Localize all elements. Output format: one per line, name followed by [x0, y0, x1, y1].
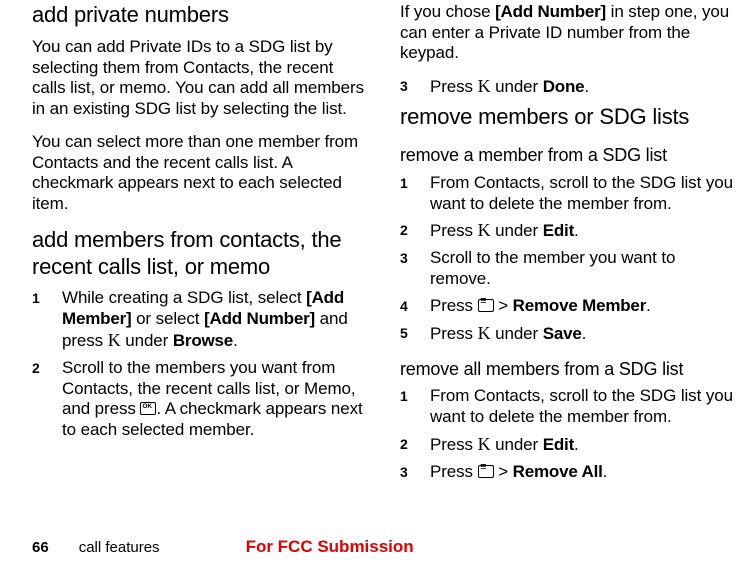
heading-add-members: add members from contacts, the recent ca…	[32, 227, 366, 281]
ok-key-icon	[140, 402, 156, 415]
step-text: Press K under Done.	[430, 76, 734, 98]
steps-done: 3 Press K under Done.	[400, 76, 734, 98]
step-text: Press > Remove Member.	[430, 296, 734, 317]
ra-step-3: 3 Press > Remove All.	[400, 462, 734, 483]
step-text: From Contacts, scroll to the SDG list yo…	[430, 173, 734, 214]
rm-step-5: 5 Press K under Save.	[400, 323, 734, 345]
step-number: 2	[32, 358, 62, 377]
heading-remove-member: remove a member from a SDG list	[400, 145, 734, 167]
page-body: add private numbers You can add Private …	[0, 0, 752, 522]
step-number: 4	[400, 296, 430, 315]
step-3: 3 Press K under Done.	[400, 76, 734, 98]
menu-key-icon	[478, 465, 494, 478]
right-column: If you chose [Add Number] in step one, y…	[400, 2, 734, 522]
rm-step-4: 4 Press > Remove Member.	[400, 296, 734, 317]
page-number: 66	[32, 539, 49, 556]
key-k-icon: K	[478, 323, 491, 345]
key-k-icon: K	[478, 76, 491, 98]
steps-remove-member: 1 From Contacts, scroll to the SDG list …	[400, 173, 734, 345]
para-intro: If you chose [Add Number] in step one, y…	[400, 2, 734, 64]
ra-step-1: 1 From Contacts, scroll to the SDG list …	[400, 386, 734, 427]
step-text: Press K under Save.	[430, 323, 734, 345]
fcc-notice: For FCC Submission	[246, 537, 414, 557]
step-text: While creating a SDG list, select [Add M…	[62, 288, 366, 351]
step-number: 1	[32, 288, 62, 307]
key-k-icon: K	[478, 434, 491, 456]
steps-remove-all: 1 From Contacts, scroll to the SDG list …	[400, 386, 734, 482]
step-text: Scroll to the member you want to remove.	[430, 248, 734, 289]
step-text: Press > Remove All.	[430, 462, 734, 483]
steps-add-members: 1 While creating a SDG list, select [Add…	[32, 288, 366, 440]
rm-step-3: 3 Scroll to the member you want to remov…	[400, 248, 734, 289]
step-2: 2 Scroll to the members you want from Co…	[32, 358, 366, 441]
step-text: Press K under Edit.	[430, 220, 734, 242]
key-k-icon: K	[108, 330, 121, 352]
heading-add-private: add private numbers	[32, 2, 366, 29]
step-number: 3	[400, 462, 430, 481]
step-number: 1	[400, 173, 430, 192]
para-private-1: You can add Private IDs to a SDG list by…	[32, 37, 366, 120]
step-text: From Contacts, scroll to the SDG list yo…	[430, 386, 734, 427]
heading-remove-all: remove all members from a SDG list	[400, 359, 734, 381]
rm-step-1: 1 From Contacts, scroll to the SDG list …	[400, 173, 734, 214]
rm-step-2: 2 Press K under Edit.	[400, 220, 734, 242]
para-private-2: You can select more than one member from…	[32, 132, 366, 215]
heading-remove: remove members or SDG lists	[400, 104, 734, 131]
step-1: 1 While creating a SDG list, select [Add…	[32, 288, 366, 351]
step-text: Scroll to the members you want from Cont…	[62, 358, 366, 441]
key-k-icon: K	[478, 220, 491, 242]
step-text: Press K under Edit.	[430, 434, 734, 456]
step-number: 2	[400, 434, 430, 453]
page-footer: 66 call features For FCC Submission	[32, 537, 734, 557]
step-number: 1	[400, 386, 430, 405]
step-number: 2	[400, 220, 430, 239]
step-number: 3	[400, 76, 430, 95]
section-label: call features	[79, 539, 160, 556]
step-number: 3	[400, 248, 430, 267]
step-number: 5	[400, 323, 430, 342]
ra-step-2: 2 Press K under Edit.	[400, 434, 734, 456]
left-column: add private numbers You can add Private …	[32, 2, 366, 522]
menu-key-icon	[478, 299, 494, 312]
